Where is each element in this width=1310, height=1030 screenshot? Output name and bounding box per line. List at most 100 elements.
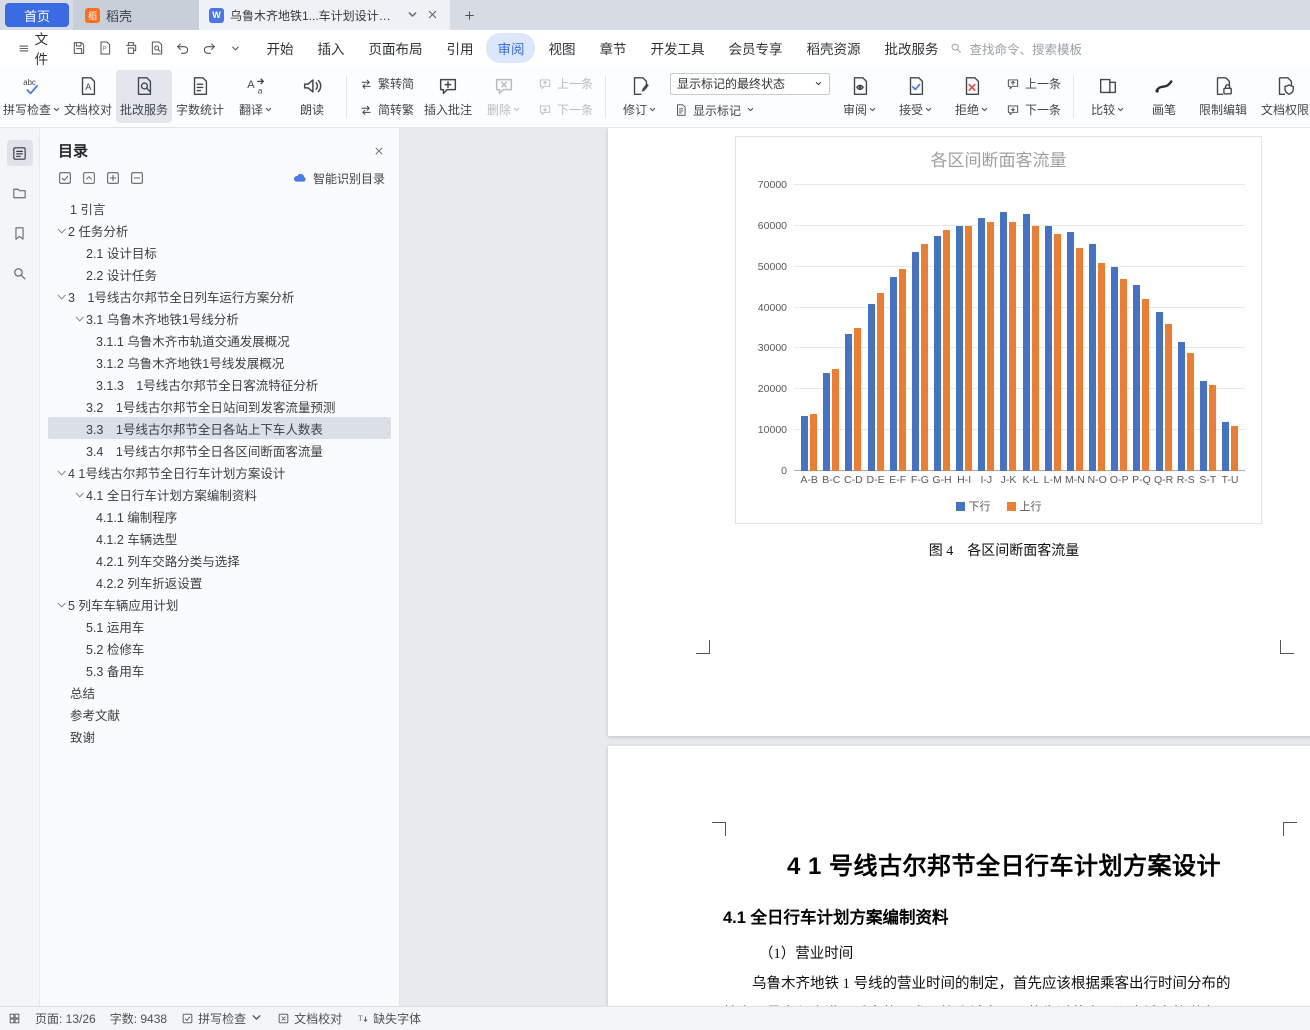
toc-item[interactable]: 2.2 设计任务 — [48, 263, 391, 285]
proofread-toggle[interactable]: 文档校对 — [277, 1010, 342, 1027]
file-menu-button[interactable]: 文件 — [10, 24, 63, 72]
print-preview-button[interactable] — [145, 36, 169, 60]
toc-item[interactable]: 参考文献 — [48, 703, 391, 725]
word-count-button[interactable]: 字数统计 — [172, 70, 228, 123]
chevron-down-icon[interactable] — [72, 489, 86, 498]
prev-comment-button[interactable]: 上一条 — [534, 73, 597, 94]
chevron-down-icon[interactable] — [54, 599, 68, 608]
pen-button[interactable]: 画笔 — [1136, 70, 1192, 123]
bookmark-panel-button[interactable] — [7, 220, 33, 246]
export-pdf-button[interactable] — [93, 36, 117, 60]
toc-panel-button[interactable] — [6, 140, 33, 166]
smart-recognize-toc-button[interactable]: 智能识别目录 — [292, 170, 385, 187]
toc-item[interactable]: 5.3 备用车 — [48, 659, 391, 681]
show-marks-icon — [674, 103, 688, 117]
menu-tab[interactable]: 批改服务 — [873, 33, 949, 63]
menu-tab[interactable]: 稻壳资源 — [795, 33, 871, 63]
accept-button[interactable]: 接受 — [888, 70, 944, 123]
toc-item[interactable]: 3.4 1号线古尔邦节全日各区间断面客流量 — [48, 439, 391, 461]
toc-item[interactable]: 4.1.2 车辆选型 — [48, 527, 391, 549]
tab-chevron-down-icon[interactable] — [406, 8, 420, 22]
toc-collapse-button[interactable] — [128, 169, 146, 187]
word-count-indicator[interactable]: 字数: 9438 — [110, 1010, 167, 1027]
restrict-edit-button[interactable]: 限制编辑 — [1192, 70, 1254, 123]
toc-item[interactable]: 3.2 1号线古尔邦节全日站间到发客流量预测 — [48, 395, 391, 417]
next-comment-button[interactable]: 下一条 — [534, 99, 597, 120]
toc-item[interactable]: 5 列车车辆应用计划 — [48, 593, 391, 615]
menu-tab[interactable]: 视图 — [537, 33, 586, 63]
toc-item[interactable]: 2.1 设计目标 — [48, 241, 391, 263]
translate-button[interactable]: 翻译 — [228, 70, 284, 123]
toc-item[interactable]: 4.2.1 列车交路分类与选择 — [48, 549, 391, 571]
toc-item[interactable]: 4.1.1 编制程序 — [48, 505, 391, 527]
menu-tab[interactable]: 开始 — [255, 33, 304, 63]
toc-item[interactable]: 3.3 1号线古尔邦节全日各站上下车人数表 — [48, 417, 391, 439]
toc-close-icon[interactable] — [373, 145, 385, 157]
toc-item[interactable]: 4.2.2 列车折返设置 — [48, 571, 391, 593]
redo-button[interactable] — [197, 36, 221, 60]
toc-item[interactable]: 致谢 — [48, 725, 391, 747]
quick-access-more-icon[interactable] — [223, 36, 247, 60]
menu-tab[interactable]: 会员专享 — [717, 33, 793, 63]
toc-item[interactable]: 2 任务分析 — [48, 219, 391, 241]
chevron-down-icon[interactable] — [54, 225, 68, 234]
mark-state-select[interactable]: 显示标记的最终状态 — [670, 72, 831, 95]
toc-item[interactable]: 3 1号线古尔邦节全日列车运行方案分析 — [48, 285, 391, 307]
trad-to-simp-button[interactable]: 繁转简 — [355, 73, 418, 94]
next-revision-button[interactable]: 下一条 — [1002, 99, 1065, 120]
section-flow-chart[interactable]: 各区间断面客流量 0 10000 20000 30000 40000 50000 60000… — [735, 136, 1262, 524]
print-button[interactable] — [119, 36, 143, 60]
toc-item[interactable]: 3.1.1 乌鲁木齐市轨道交通发展概况 — [48, 329, 391, 351]
toc-item[interactable]: 总结 — [48, 681, 391, 703]
simp-to-trad-button[interactable]: 简转繁 — [355, 99, 418, 120]
chevron-down-icon[interactable] — [54, 291, 68, 300]
search-panel-button[interactable] — [7, 260, 33, 286]
toc-collapse-all-button[interactable] — [80, 169, 98, 187]
prev-revision-button[interactable]: 上一条 — [1002, 73, 1065, 94]
compare-button[interactable]: 比较 — [1080, 70, 1136, 123]
show-marks-button[interactable]: 显示标记 — [670, 100, 830, 121]
toc-item[interactable]: 5.2 检修车 — [48, 637, 391, 659]
delete-comment-button[interactable]: 删除 — [476, 70, 532, 123]
toc-item[interactable]: 4.1 全日行车计划方案编制资料 — [48, 483, 391, 505]
menu-tab[interactable]: 插入 — [306, 33, 355, 63]
document-page-13[interactable]: 各区间断面客流量 0 10000 20000 30000 40000 50000 60000… — [608, 128, 1310, 736]
document-area[interactable]: 各区间断面客流量 0 10000 20000 30000 40000 50000 60000… — [400, 128, 1310, 1006]
toc-item[interactable]: 3.1.2 乌鲁木齐地铁1号线发展概况 — [48, 351, 391, 373]
doc-permission-button[interactable]: 文档权限 — [1254, 70, 1310, 123]
spellcheck-button[interactable]: 拼写检查 — [3, 70, 60, 123]
menu-tab[interactable]: 开发工具 — [639, 33, 715, 63]
menu-tab[interactable]: 审阅 — [486, 33, 536, 63]
spellcheck-toggle[interactable]: 拼写检查 — [181, 1010, 263, 1027]
command-search[interactable]: 查找命令、搜索模板 — [949, 39, 1082, 58]
reject-button[interactable]: 拒绝 — [944, 70, 1000, 123]
menu-tab[interactable]: 章节 — [588, 33, 637, 63]
correction-service-button[interactable]: 批改服务 — [116, 70, 172, 123]
save-button[interactable] — [67, 36, 91, 60]
menu-tab[interactable]: 引用 — [435, 33, 484, 63]
document-tab[interactable]: W 乌鲁木齐地铁1...车计划设计方案 — [199, 0, 450, 30]
new-tab-button[interactable] — [456, 2, 482, 28]
missing-font-indicator[interactable]: 缺失字体 — [356, 1010, 421, 1027]
page-layout-icon[interactable] — [8, 1012, 21, 1025]
chevron-down-icon[interactable] — [54, 467, 68, 476]
tab-close-icon[interactable] — [426, 8, 440, 22]
toc-item[interactable]: 1 引言 — [48, 197, 391, 219]
revise-button[interactable]: 修订 — [612, 70, 668, 123]
document-page-14[interactable]: 4 1 号线古尔邦节全日行车计划方案设计 4.1 全日行车计划方案编制资料 （1… — [608, 746, 1310, 1006]
read-aloud-button[interactable]: 朗读 — [284, 70, 340, 123]
toc-item[interactable]: 4 1号线古尔邦节全日行车计划方案设计 — [48, 461, 391, 483]
folder-panel-button[interactable] — [7, 180, 33, 206]
toc-item[interactable]: 3.1.3 1号线古尔邦节全日客流特征分析 — [48, 373, 391, 395]
menu-tab[interactable]: 页面布局 — [357, 33, 433, 63]
insert-comment-button[interactable]: 插入批注 — [420, 70, 476, 123]
toc-item[interactable]: 3.1 乌鲁木齐地铁1号线分析 — [48, 307, 391, 329]
chevron-down-icon[interactable] — [72, 313, 86, 322]
toc-checkbox-button[interactable] — [56, 169, 74, 187]
review-button[interactable]: 审阅 — [832, 70, 888, 123]
proofread-button[interactable]: 文档校对 — [60, 70, 116, 123]
toc-item[interactable]: 5.1 运用车 — [48, 615, 391, 637]
undo-button[interactable] — [171, 36, 195, 60]
toc-expand-button[interactable] — [104, 169, 122, 187]
docer-tab[interactable]: 稻 稻壳 — [73, 0, 199, 30]
